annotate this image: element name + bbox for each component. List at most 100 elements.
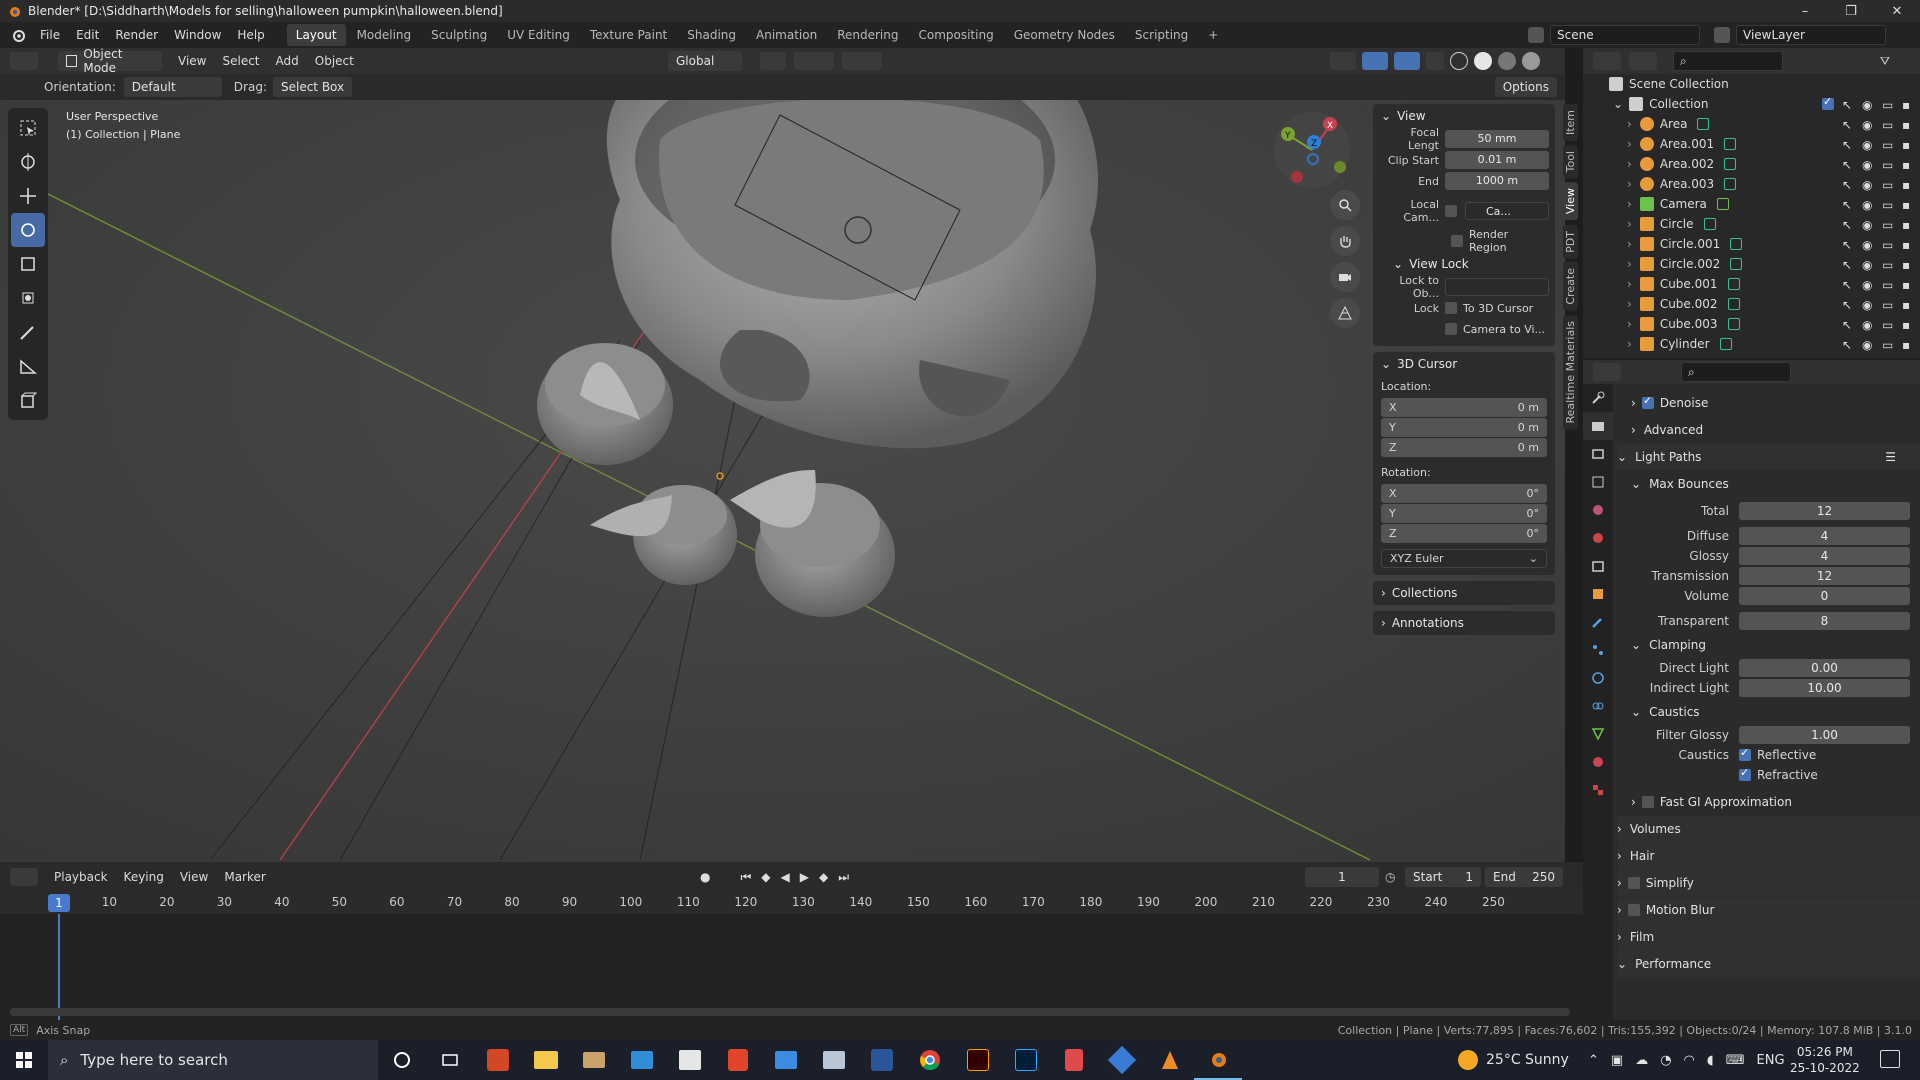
caustics-section[interactable]: ⌄ Caustics bbox=[1617, 699, 1920, 725]
tab-pdt[interactable]: PDT bbox=[1563, 224, 1578, 259]
record-icon[interactable]: ● bbox=[700, 870, 710, 884]
rotate-tool-icon[interactable] bbox=[11, 213, 45, 247]
menu-edit[interactable]: Edit bbox=[68, 22, 107, 48]
local-camera-checkbox[interactable] bbox=[1445, 205, 1457, 217]
cursor-loc-z[interactable]: Z0 m bbox=[1381, 438, 1547, 457]
output-tab-icon[interactable] bbox=[1583, 440, 1613, 468]
collection-include-checkbox[interactable] bbox=[1822, 95, 1834, 110]
monitor-icon[interactable]: ▭ bbox=[1882, 238, 1894, 252]
select-arrow-icon[interactable]: ↖ bbox=[1842, 178, 1854, 192]
keyboard-icon[interactable]: ⌨ bbox=[1726, 1053, 1745, 1068]
chrome-icon[interactable] bbox=[906, 1040, 954, 1080]
local-camera-field[interactable]: Ca... bbox=[1465, 202, 1549, 220]
language-indicator[interactable]: ENG bbox=[1757, 1053, 1785, 1068]
lock-to-object-field[interactable] bbox=[1445, 278, 1549, 296]
timeline-menu-playback[interactable]: Playback bbox=[46, 864, 116, 890]
camera-render-icon[interactable]: ▪ bbox=[1902, 98, 1914, 112]
outliner-item-area-001[interactable]: › Area.001 ↖ ◉ ▭ ▪ bbox=[1583, 134, 1920, 154]
filter-icon[interactable]: ⛛ bbox=[1880, 54, 1890, 69]
eye-icon[interactable]: ◉ bbox=[1862, 258, 1874, 272]
tab-scripting[interactable]: Scripting bbox=[1126, 24, 1197, 46]
clip-start-field[interactable]: 0.01 m bbox=[1445, 151, 1549, 169]
monitor-icon[interactable]: ▭ bbox=[1882, 298, 1894, 312]
select-arrow-icon[interactable]: ↖ bbox=[1842, 98, 1854, 112]
powerpoint-icon[interactable] bbox=[474, 1040, 522, 1080]
proportional-edit-icon[interactable] bbox=[842, 52, 882, 70]
constraints-tab-icon[interactable] bbox=[1583, 692, 1613, 720]
camera-render-icon[interactable]: ▪ bbox=[1902, 278, 1914, 292]
menu-file[interactable]: File bbox=[32, 22, 68, 48]
ortho-grid-icon[interactable] bbox=[1330, 298, 1360, 328]
prev-keyframe-icon[interactable]: ◆ bbox=[761, 870, 770, 884]
menu-window[interactable]: Window bbox=[166, 22, 229, 48]
frame-ruler[interactable]: 10 20 30 40 50 60 70 80 90 100 110 120 130 140 150 160 1… bbox=[0, 892, 1583, 914]
add-workspace-icon[interactable]: + bbox=[1199, 24, 1227, 46]
outliner-editor-icon[interactable] bbox=[1593, 52, 1621, 70]
max-bounces-section[interactable]: ⌄ Max Bounces bbox=[1617, 471, 1920, 497]
cursor-rot-y[interactable]: Y 0° bbox=[1381, 504, 1547, 523]
tab-texture-paint[interactable]: Texture Paint bbox=[581, 24, 676, 46]
advanced-section[interactable]: › Advanced bbox=[1617, 417, 1920, 443]
outliner-search-input[interactable]: ⌕ bbox=[1673, 51, 1783, 71]
restore-icon[interactable]: ❐ bbox=[1828, 0, 1874, 22]
outliner-item-cube-002[interactable]: › Cube.002 ↖ ◉ ▭ ▪ bbox=[1583, 294, 1920, 314]
mesh-data-icon[interactable] bbox=[1719, 338, 1732, 350]
file-explorer-icon[interactable] bbox=[522, 1040, 570, 1080]
camera-data-icon[interactable] bbox=[1716, 198, 1729, 210]
light-data-icon[interactable] bbox=[1724, 178, 1737, 190]
windows-start-icon[interactable] bbox=[0, 1040, 48, 1080]
end-frame-field[interactable]: End 250 bbox=[1485, 867, 1563, 887]
denoise-checkbox[interactable] bbox=[1641, 394, 1654, 409]
timeline-scrollbar[interactable] bbox=[10, 1008, 1570, 1016]
glossy-bounces-field[interactable]: 4 bbox=[1739, 547, 1910, 565]
monitor-icon[interactable]: ▭ bbox=[1882, 318, 1894, 332]
chevron-right-icon[interactable]: › bbox=[1627, 217, 1632, 231]
eye-icon[interactable]: ◉ bbox=[1862, 178, 1874, 192]
monitor-icon[interactable]: ▭ bbox=[1882, 118, 1894, 132]
eye-icon[interactable]: ◉ bbox=[1862, 298, 1874, 312]
select-arrow-icon[interactable]: ↖ bbox=[1842, 218, 1854, 232]
view-layer-tab-icon[interactable] bbox=[1583, 468, 1613, 496]
clip-end-field[interactable]: 1000 m bbox=[1445, 172, 1549, 190]
chevron-right-icon[interactable]: › bbox=[1627, 317, 1632, 331]
select-box-tool-icon[interactable] bbox=[11, 111, 45, 145]
add-cube-tool-icon[interactable] bbox=[11, 383, 45, 417]
viewport-menu-add[interactable]: Add bbox=[268, 48, 307, 74]
menu-render[interactable]: Render bbox=[107, 22, 166, 48]
cursor-rot-x[interactable]: X 0° bbox=[1381, 484, 1547, 503]
viewlayer-icon[interactable] bbox=[1714, 27, 1730, 43]
mesh-data-icon[interactable] bbox=[1703, 218, 1716, 230]
select-arrow-icon[interactable]: ↖ bbox=[1842, 298, 1854, 312]
camera-render-icon[interactable]: ▪ bbox=[1902, 118, 1914, 132]
transform-tool-icon[interactable] bbox=[11, 281, 45, 315]
modifier-tab-icon[interactable] bbox=[1583, 608, 1613, 636]
select-arrow-icon[interactable]: ↖ bbox=[1842, 118, 1854, 132]
timeline-editor-icon[interactable] bbox=[10, 868, 38, 886]
store-icon[interactable] bbox=[666, 1040, 714, 1080]
cursor-loc-y[interactable]: Y0 m bbox=[1381, 418, 1547, 437]
photoshop-icon[interactable] bbox=[1002, 1040, 1050, 1080]
notification-icon[interactable] bbox=[1880, 1050, 1900, 1068]
chevron-right-icon[interactable]: › bbox=[1627, 297, 1632, 311]
indirect-light-field[interactable]: 10.00 bbox=[1739, 679, 1910, 697]
app-tray-icon[interactable]: ▣ bbox=[1611, 1053, 1623, 1068]
xray-icon[interactable] bbox=[1426, 52, 1444, 70]
fast-gi-checkbox[interactable] bbox=[1641, 796, 1654, 808]
tool-tab-icon[interactable] bbox=[1583, 384, 1613, 412]
next-keyframe-icon[interactable]: ◆ bbox=[819, 870, 828, 884]
chevron-right-icon[interactable]: › bbox=[1627, 177, 1632, 191]
shading-solid-icon[interactable] bbox=[1474, 52, 1492, 70]
rotation-mode-dropdown[interactable]: XYZ Euler ⌄ bbox=[1381, 549, 1547, 568]
mesh-data-icon[interactable] bbox=[1727, 278, 1740, 290]
cursor-rot-z[interactable]: Z 0° bbox=[1381, 524, 1547, 543]
tab-view[interactable]: View bbox=[1563, 182, 1578, 221]
taskbar-search[interactable]: ⌕ Type here to search bbox=[48, 1040, 378, 1080]
volumes-section[interactable]: › Volumes bbox=[1617, 816, 1920, 842]
zoom-icon[interactable] bbox=[1330, 190, 1360, 220]
outliner-item-camera[interactable]: › Camera ↖ ◉ ▭ ▪ bbox=[1583, 194, 1920, 214]
properties-editor-icon[interactable] bbox=[1593, 363, 1621, 381]
word-icon[interactable] bbox=[858, 1040, 906, 1080]
hair-section[interactable]: › Hair bbox=[1617, 843, 1920, 869]
app-icon-1[interactable] bbox=[570, 1040, 618, 1080]
eye-icon[interactable]: ◉ bbox=[1862, 238, 1874, 252]
